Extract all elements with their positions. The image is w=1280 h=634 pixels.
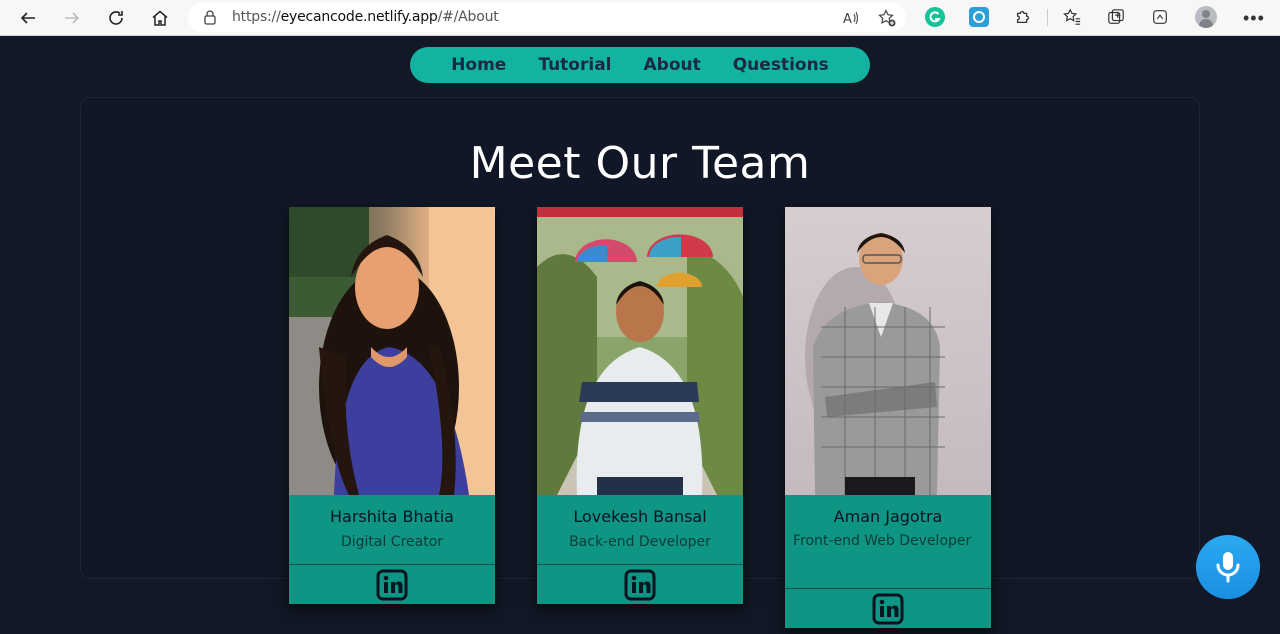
back-arrow-icon — [20, 12, 35, 24]
read-aloud-icon[interactable]: A — [842, 9, 860, 27]
team-member-photo — [785, 207, 991, 495]
nav-about-link[interactable]: About — [644, 55, 701, 75]
team-card: Harshita Bhatia Digital Creator — [289, 207, 495, 604]
nav-questions-link[interactable]: Questions — [733, 55, 829, 75]
team-card-info: Harshita Bhatia Digital Creator — [289, 495, 495, 564]
team-member-photo — [289, 207, 495, 495]
team-member-role: Back-end Developer — [569, 534, 711, 550]
team-card: Aman Jagotra Front-end Web Developer — [785, 207, 991, 628]
team-card-info: Aman Jagotra Front-end Web Developer — [785, 495, 991, 588]
grammarly-extension-icon[interactable] — [925, 7, 945, 27]
lock-icon — [204, 10, 216, 25]
browser-toolbar: https://eyecancode.netlify.app/#/About A… — [0, 0, 1280, 36]
social-links — [785, 588, 991, 628]
home-icon — [152, 10, 168, 26]
toolbar-divider — [1047, 9, 1048, 26]
team-card-info: Lovekesh Bansal Back-end Developer — [537, 495, 743, 564]
more-options-icon[interactable]: ••• — [1243, 8, 1265, 29]
favorites-icon[interactable] — [1062, 7, 1082, 27]
team-card: Lovekesh Bansal Back-end Developer — [537, 207, 743, 604]
team-member-name: Lovekesh Bansal — [573, 507, 707, 526]
back-button[interactable] — [14, 4, 42, 32]
forward-button[interactable] — [58, 4, 86, 32]
social-links — [537, 564, 743, 604]
linkedin-icon[interactable] — [624, 569, 656, 601]
nav-home-link[interactable]: Home — [451, 55, 506, 75]
address-bar[interactable]: https://eyecancode.netlify.app/#/About A — [188, 3, 906, 32]
team-member-role: Front-end Web Developer — [793, 533, 972, 549]
profile-avatar[interactable] — [1195, 6, 1217, 28]
refresh-icon — [109, 11, 123, 25]
team-member-role: Digital Creator — [340, 534, 444, 550]
add-favorite-icon[interactable] — [878, 9, 896, 27]
extensions-puzzle-icon[interactable] — [1013, 7, 1033, 27]
microphone-icon — [1216, 552, 1240, 583]
refresh-button[interactable] — [102, 4, 130, 32]
team-member-photo — [537, 207, 743, 495]
extension-icon[interactable] — [969, 7, 989, 27]
team-member-name: Aman Jagotra — [833, 507, 943, 526]
page-title: Meet Our Team — [469, 138, 811, 189]
browser-essentials-icon[interactable] — [1150, 7, 1170, 27]
voice-command-button[interactable] — [1196, 535, 1260, 599]
team-member-name: Harshita Bhatia — [330, 507, 454, 526]
linkedin-icon[interactable] — [376, 569, 408, 601]
collections-icon[interactable] — [1106, 7, 1126, 27]
forward-arrow-icon — [65, 12, 80, 24]
site-navigation: Home Tutorial About Questions — [410, 47, 870, 83]
home-button[interactable] — [146, 4, 174, 32]
url-text: https://eyecancode.netlify.app/#/About — [232, 9, 499, 25]
social-links — [289, 564, 495, 604]
nav-tutorial-link[interactable]: Tutorial — [538, 55, 611, 75]
svg-text:A: A — [843, 12, 852, 27]
linkedin-icon[interactable] — [872, 593, 904, 625]
